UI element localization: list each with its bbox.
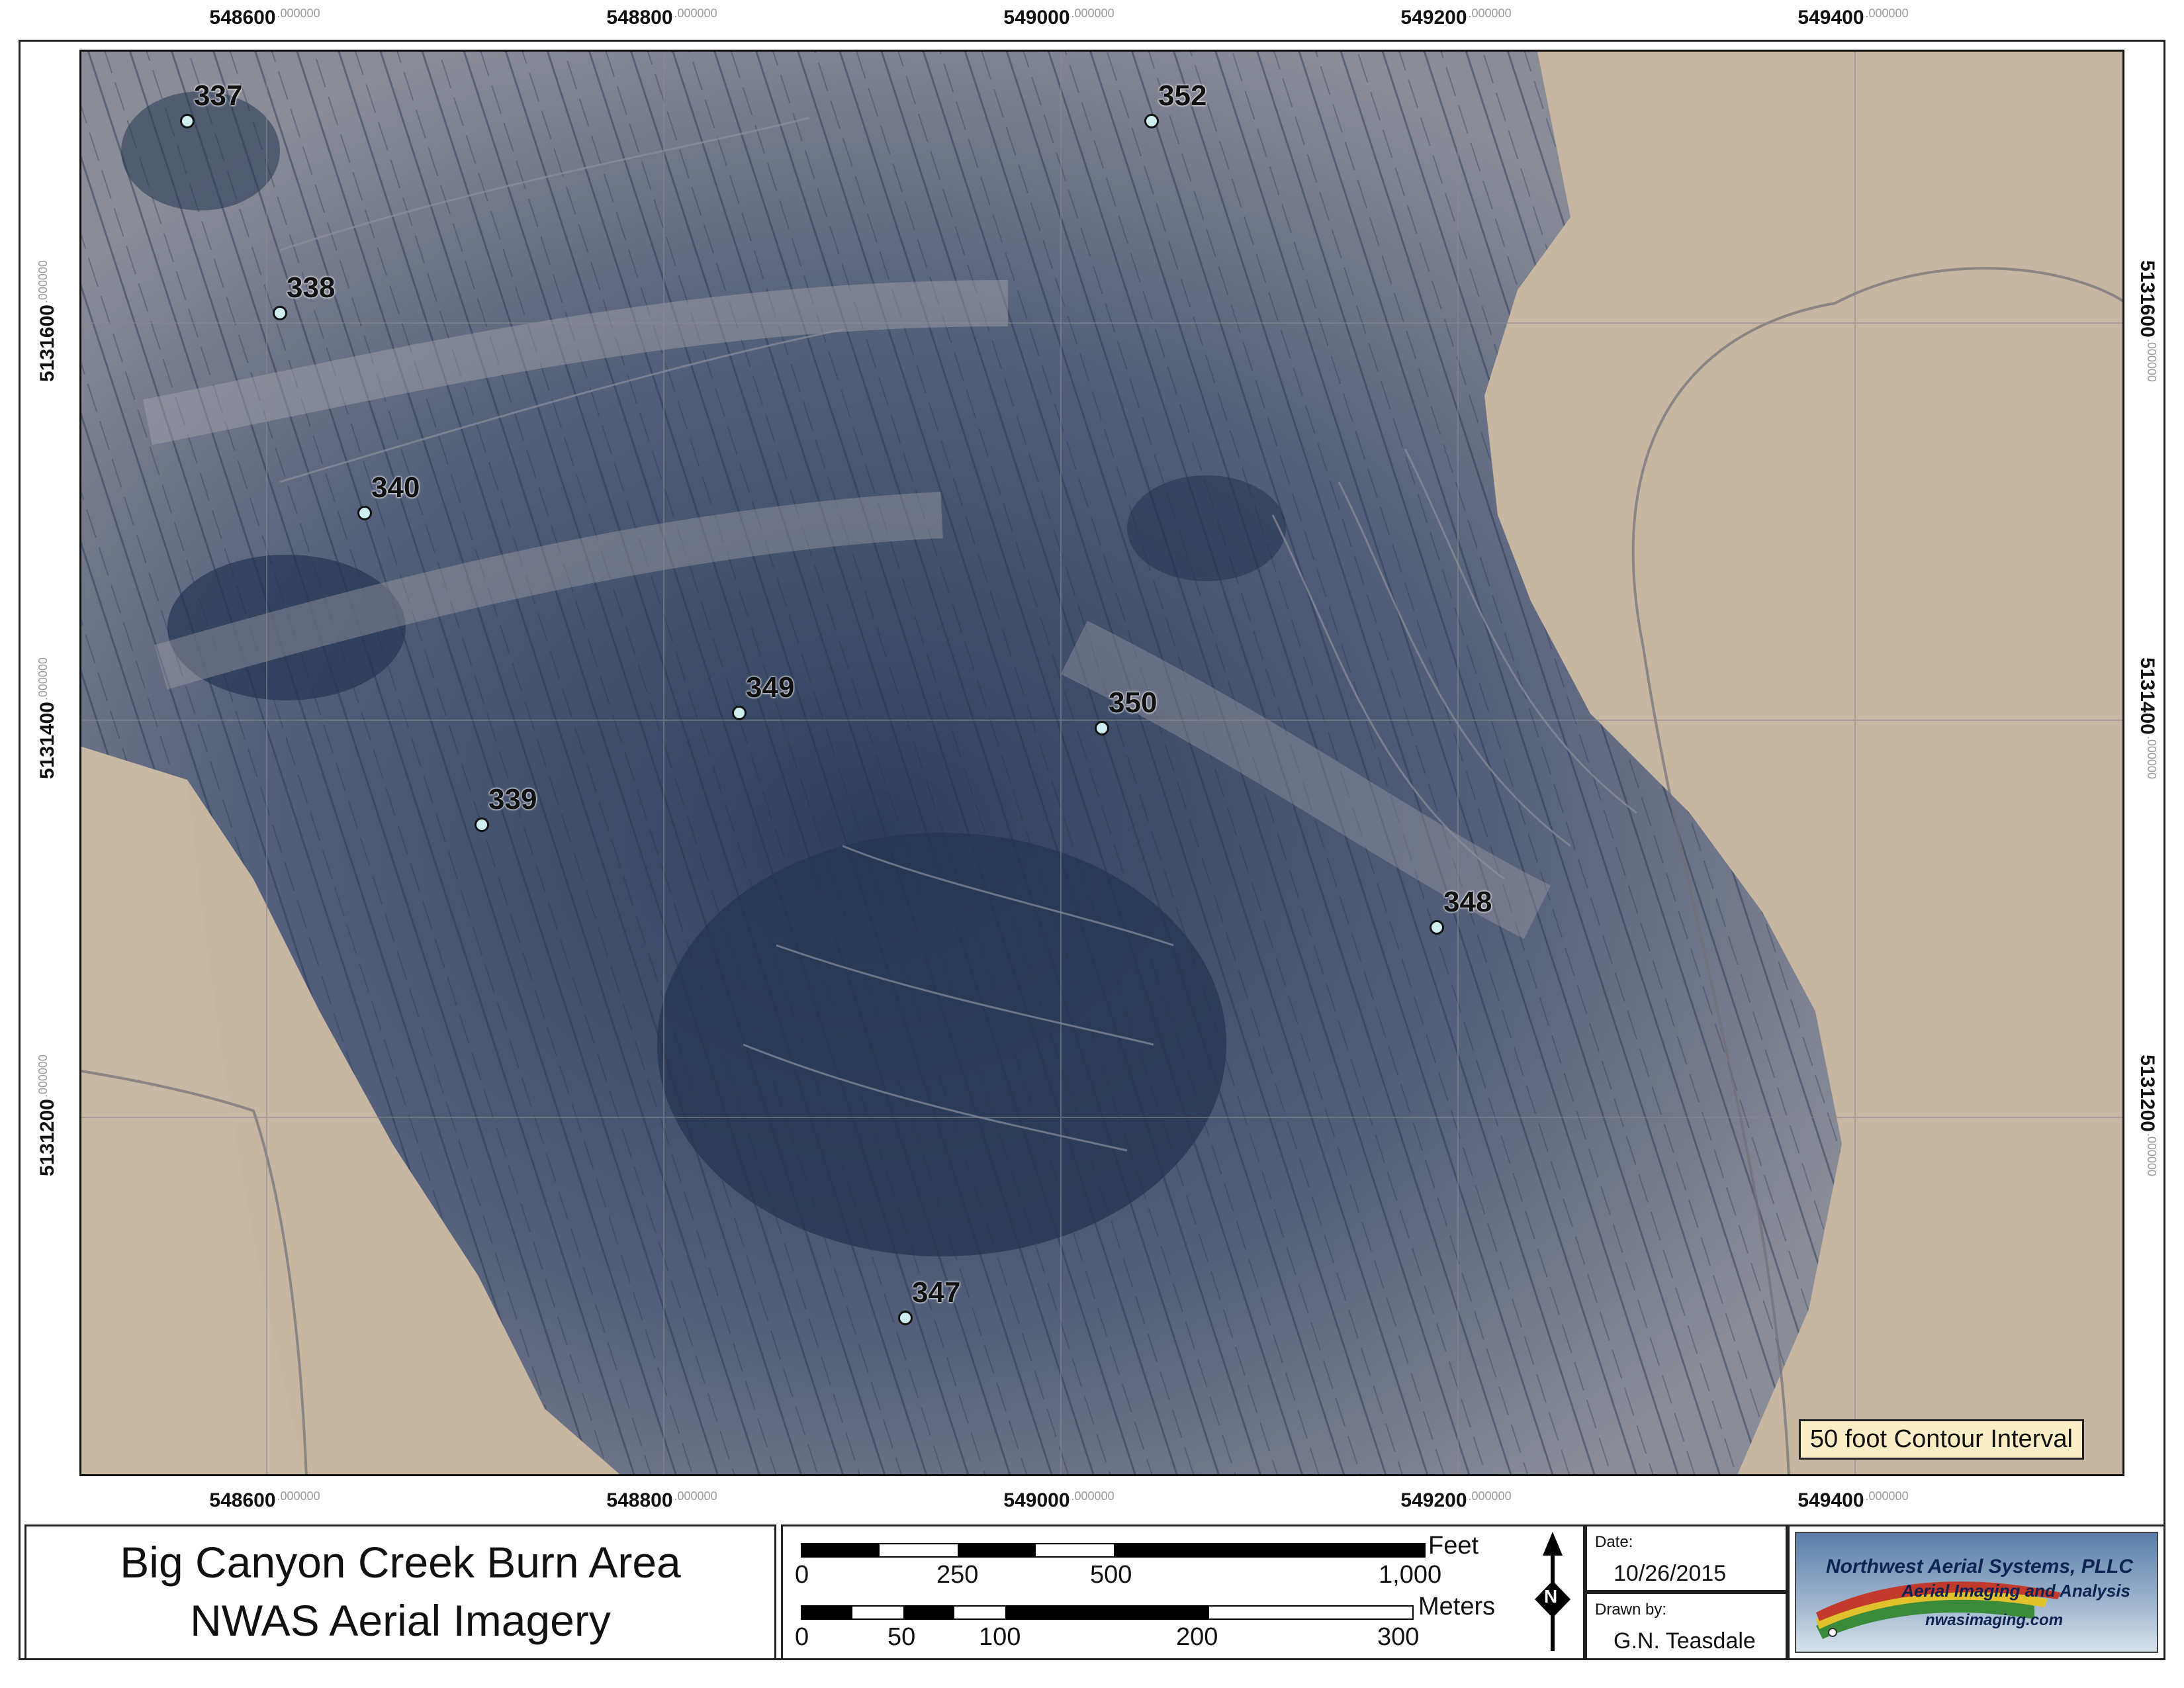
- meters-scale-bar: [801, 1605, 1414, 1620]
- aerial-map[interactable]: 337 338 340 349 339 352 350 348 347 50 f…: [79, 50, 2124, 1476]
- easting-tick-bottom-4: 549200.000000: [1400, 1489, 1512, 1511]
- sample-label-338: 338: [287, 271, 336, 304]
- feet-scale-bar: [801, 1543, 1426, 1558]
- sample-label-347: 347: [912, 1276, 961, 1309]
- dark-timber-1: [657, 833, 1226, 1256]
- feet-unit-label: Feet: [1428, 1532, 1479, 1560]
- sample-label-337: 337: [194, 79, 243, 112]
- sample-label-339: 339: [488, 783, 537, 816]
- northing-tick-right-1: 5131600.000000: [2136, 260, 2158, 382]
- northing-tick-left-1: 5131600.000000: [36, 260, 58, 382]
- easting-tick-bottom-1: 548600.000000: [209, 1489, 320, 1511]
- meters-tick-50: 50: [887, 1623, 916, 1651]
- dark-timber-3: [1127, 475, 1286, 581]
- easting-tick-top-2: 548800.000000: [606, 7, 717, 28]
- scale-panel: Feet 0 250 500 1,000 Meters 0 50 100 200…: [781, 1524, 1585, 1660]
- contour-interval-note: 50 foot Contour Interval: [1798, 1419, 2084, 1460]
- title-panel: Big Canyon Creek Burn Area NWAS Aerial I…: [24, 1524, 776, 1660]
- logo-url: nwasimaging.com: [1925, 1611, 2064, 1629]
- sample-point-337[interactable]: [180, 114, 195, 128]
- drawn-by-value: G.N. Teasdale: [1614, 1628, 1756, 1654]
- northing-tick-right-2: 5131400.000000: [2136, 657, 2158, 779]
- sample-point-340[interactable]: [357, 506, 372, 520]
- sample-label-349: 349: [746, 671, 795, 704]
- logo-tagline: Aerial Imaging and Analysis: [1901, 1581, 2130, 1601]
- easting-tick-bottom-3: 549000.000000: [1003, 1489, 1115, 1511]
- sample-label-340: 340: [371, 471, 420, 504]
- map-subtitle: NWAS Aerial Imagery: [190, 1596, 611, 1645]
- sample-label-350: 350: [1109, 686, 1158, 719]
- easting-tick-bottom-2: 548800.000000: [606, 1489, 717, 1511]
- sample-label-348: 348: [1443, 886, 1492, 918]
- company-logo: Northwest Aerial Systems, PLLC Aerial Im…: [1795, 1532, 2158, 1653]
- sample-point-347[interactable]: [898, 1311, 913, 1325]
- date-label: Date:: [1595, 1533, 1633, 1551]
- meters-tick-100: 100: [979, 1623, 1021, 1651]
- feet-tick-0: 0: [795, 1561, 809, 1589]
- easting-tick-bottom-5: 549400.000000: [1797, 1489, 1909, 1511]
- meters-tick-0: 0: [795, 1623, 809, 1651]
- meters-tick-200: 200: [1176, 1623, 1218, 1651]
- easting-tick-top-4: 549200.000000: [1400, 7, 1512, 28]
- drawn-by-label: Drawn by:: [1595, 1601, 1667, 1618]
- easting-tick-top-1: 548600.000000: [209, 7, 320, 28]
- feet-tick-500: 500: [1090, 1561, 1132, 1589]
- sample-point-350[interactable]: [1095, 721, 1109, 735]
- sample-point-338[interactable]: [273, 306, 287, 320]
- date-value: 10/26/2015: [1614, 1561, 1727, 1586]
- feet-tick-1000: 1,000: [1379, 1561, 1442, 1589]
- company-logo-panel[interactable]: Northwest Aerial Systems, PLLC Aerial Im…: [1788, 1524, 2165, 1660]
- sample-point-352[interactable]: [1144, 114, 1159, 128]
- sample-point-349[interactable]: [732, 706, 747, 720]
- sample-point-339[interactable]: [475, 818, 489, 832]
- logo-company-name: Northwest Aerial Systems, PLLC: [1826, 1556, 2134, 1577]
- aerial-imagery: [81, 52, 2122, 1474]
- sample-label-352: 352: [1158, 79, 1207, 112]
- easting-tick-top-3: 549000.000000: [1003, 7, 1115, 28]
- northing-tick-left-2: 5131400.000000: [36, 657, 58, 779]
- northing-tick-left-3: 5131200.000000: [36, 1055, 58, 1176]
- map-title: Big Canyon Creek Burn Area: [120, 1538, 681, 1587]
- meters-tick-300: 300: [1377, 1623, 1420, 1651]
- meters-unit-label: Meters: [1418, 1593, 1496, 1620]
- drawn-by-panel: Drawn by: G.N. Teasdale: [1585, 1592, 1788, 1660]
- easting-tick-top-5: 549400.000000: [1797, 7, 1909, 28]
- feet-tick-250: 250: [936, 1561, 979, 1589]
- sample-point-348[interactable]: [1430, 920, 1444, 935]
- date-panel: Date: 10/26/2015: [1585, 1524, 1788, 1592]
- north-arrow-letter: N: [1544, 1586, 1558, 1607]
- northing-tick-right-3: 5131200.000000: [2136, 1055, 2158, 1176]
